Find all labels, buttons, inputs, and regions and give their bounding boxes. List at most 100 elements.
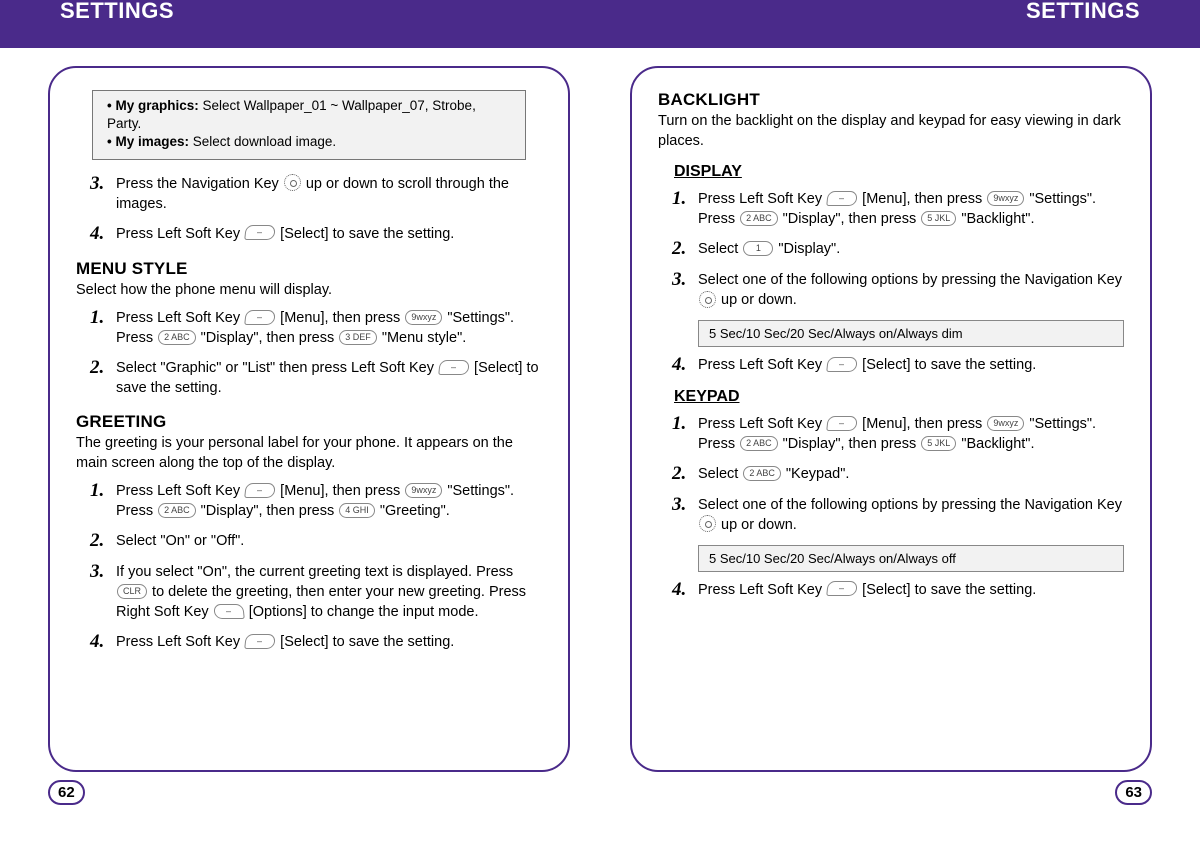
nav-key-icon <box>699 515 716 532</box>
right-soft-key-icon: – <box>213 604 245 619</box>
step-body: Press Left Soft Key – [Select] to save t… <box>116 224 542 244</box>
step: 4. Press Left Soft Key – [Select] to sav… <box>672 580 1124 601</box>
header-title-left: SETTINGS <box>60 0 174 24</box>
note-row: • My images: Select download image. <box>107 133 511 151</box>
step-text: Select "Graphic" or "List" then press Le… <box>116 360 438 376</box>
step-number: 2. <box>90 531 116 552</box>
section-sub: Turn on the backlight on the display and… <box>658 112 1124 151</box>
step-text: Press Left Soft Key <box>116 226 244 242</box>
page-number-right: 63 <box>1115 780 1152 805</box>
digit-key-icon: 5 JKL <box>921 211 956 226</box>
options-box: 5 Sec/10 Sec/20 Sec/Always on/Always dim <box>698 320 1124 347</box>
digit-key-icon: 9wxyz <box>987 191 1024 206</box>
step-text: Press Left Soft Key <box>698 582 826 598</box>
page-number-left: 62 <box>48 780 85 805</box>
digit-key-icon: 1 <box>743 241 773 256</box>
page-spread: • My graphics: Select Wallpaper_01 ~ Wal… <box>0 48 1200 772</box>
step-number: 3. <box>90 562 116 583</box>
display-steps: 1. Press Left Soft Key – [Menu], then pr… <box>658 189 1124 310</box>
step-text: [Options] to change the input mode. <box>245 604 479 620</box>
step-text: "Settings". <box>443 483 514 499</box>
keypad-steps: 1. Press Left Soft Key – [Menu], then pr… <box>658 414 1124 535</box>
step-text: "Backlight". <box>957 436 1034 452</box>
options-box: 5 Sec/10 Sec/20 Sec/Always on/Always off <box>698 545 1124 572</box>
step-body: Press Left Soft Key – [Menu], then press… <box>698 189 1124 229</box>
step-number: 2. <box>90 358 116 379</box>
panel-left: • My graphics: Select Wallpaper_01 ~ Wal… <box>48 66 570 772</box>
step-text: Press Left Soft Key <box>698 191 826 207</box>
step-text: "Settings". <box>443 310 514 326</box>
section-title-backlight: BACKLIGHT <box>658 90 1124 110</box>
step-body: Press Left Soft Key – [Select] to save t… <box>116 632 542 652</box>
step-text: [Select] to save the setting. <box>858 357 1036 373</box>
step-text: up or down. <box>717 517 797 533</box>
step-text: "Display", then press <box>197 330 339 346</box>
section-title-greeting: GREETING <box>76 412 542 432</box>
step-text: [Menu], then press <box>858 416 986 432</box>
step-text: Press <box>116 503 157 519</box>
step-number: 4. <box>672 355 698 376</box>
step: 1. Press Left Soft Key – [Menu], then pr… <box>672 414 1124 454</box>
step: 2. Select 2 ABC "Keypad". <box>672 464 1124 485</box>
step-number: 4. <box>90 224 116 245</box>
display-step4: 4. Press Left Soft Key – [Select] to sav… <box>658 355 1124 376</box>
left-soft-key-icon: – <box>244 634 276 649</box>
step: 4. Press Left Soft Key – [Select] to sav… <box>90 632 542 653</box>
step-body: Select 2 ABC "Keypad". <box>698 464 1124 484</box>
nav-key-icon <box>284 174 301 191</box>
step-body: Press the Navigation Key up or down to s… <box>116 174 542 214</box>
step-text: [Menu], then press <box>276 310 404 326</box>
keypad-step4: 4. Press Left Soft Key – [Select] to sav… <box>658 580 1124 601</box>
step-text: [Select] to save the setting. <box>276 226 454 242</box>
left-soft-key-icon: – <box>826 191 858 206</box>
left-soft-key-icon: – <box>826 357 858 372</box>
step: 1. Press Left Soft Key – [Menu], then pr… <box>90 481 542 521</box>
section-title-menu-style: MENU STYLE <box>76 259 542 279</box>
step-text: Select <box>698 466 742 482</box>
note-box: • My graphics: Select Wallpaper_01 ~ Wal… <box>92 90 526 160</box>
menu-style-steps: 1. Press Left Soft Key – [Menu], then pr… <box>76 308 542 398</box>
step-text: [Menu], then press <box>858 191 986 207</box>
step-body: Select one of the following options by p… <box>698 270 1124 310</box>
digit-key-icon: 5 JKL <box>921 436 956 451</box>
panel-right: BACKLIGHT Turn on the backlight on the d… <box>630 66 1152 772</box>
step-text: [Select] to save the setting. <box>276 634 454 650</box>
step: 2. Select "Graphic" or "List" then press… <box>90 358 542 398</box>
step-text: [Select] to save the setting. <box>858 582 1036 598</box>
step-body: Press Left Soft Key – [Select] to save t… <box>698 355 1124 375</box>
page-right: BACKLIGHT Turn on the backlight on the d… <box>630 66 1152 772</box>
digit-key-icon: 3 DEF <box>339 330 377 345</box>
digit-key-icon: 2 ABC <box>743 466 781 481</box>
left-soft-key-icon: – <box>438 360 470 375</box>
step-text: "Keypad". <box>782 466 850 482</box>
step-text: "Settings". <box>1025 191 1096 207</box>
step-number: 3. <box>672 270 698 291</box>
step: 3. If you select "On", the current greet… <box>90 562 542 622</box>
header-bar: SETTINGS SETTINGS <box>0 0 1200 48</box>
step-text: "Display". <box>774 241 840 257</box>
step-body: Select one of the following options by p… <box>698 495 1124 535</box>
step-number: 3. <box>90 174 116 195</box>
digit-key-icon: 2 ABC <box>158 330 196 345</box>
step-number: 1. <box>672 189 698 210</box>
nav-key-icon <box>699 291 716 308</box>
step-text: "Settings". <box>1025 416 1096 432</box>
left-soft-key-icon: – <box>244 225 276 240</box>
step-text: Press <box>698 211 739 227</box>
step: 3. Select one of the following options b… <box>672 495 1124 535</box>
section-sub: Select how the phone menu will display. <box>76 281 542 301</box>
note-row: • My graphics: Select Wallpaper_01 ~ Wal… <box>107 97 511 133</box>
step: 1. Press Left Soft Key – [Menu], then pr… <box>672 189 1124 229</box>
digit-key-icon: 9wxyz <box>405 483 442 498</box>
digit-key-icon: 9wxyz <box>987 416 1024 431</box>
step-number: 2. <box>672 239 698 260</box>
digit-key-icon: 2 ABC <box>740 436 778 451</box>
step-text: up or down. <box>717 292 797 308</box>
digit-key-icon: 2 ABC <box>158 503 196 518</box>
step: 4. Press Left Soft Key – [Select] to sav… <box>672 355 1124 376</box>
step: 2. Select 1 "Display". <box>672 239 1124 260</box>
digit-key-icon: 2 ABC <box>740 211 778 226</box>
left-soft-key-icon: – <box>244 310 276 325</box>
left-soft-key-icon: – <box>244 483 276 498</box>
page-left: • My graphics: Select Wallpaper_01 ~ Wal… <box>48 66 570 772</box>
